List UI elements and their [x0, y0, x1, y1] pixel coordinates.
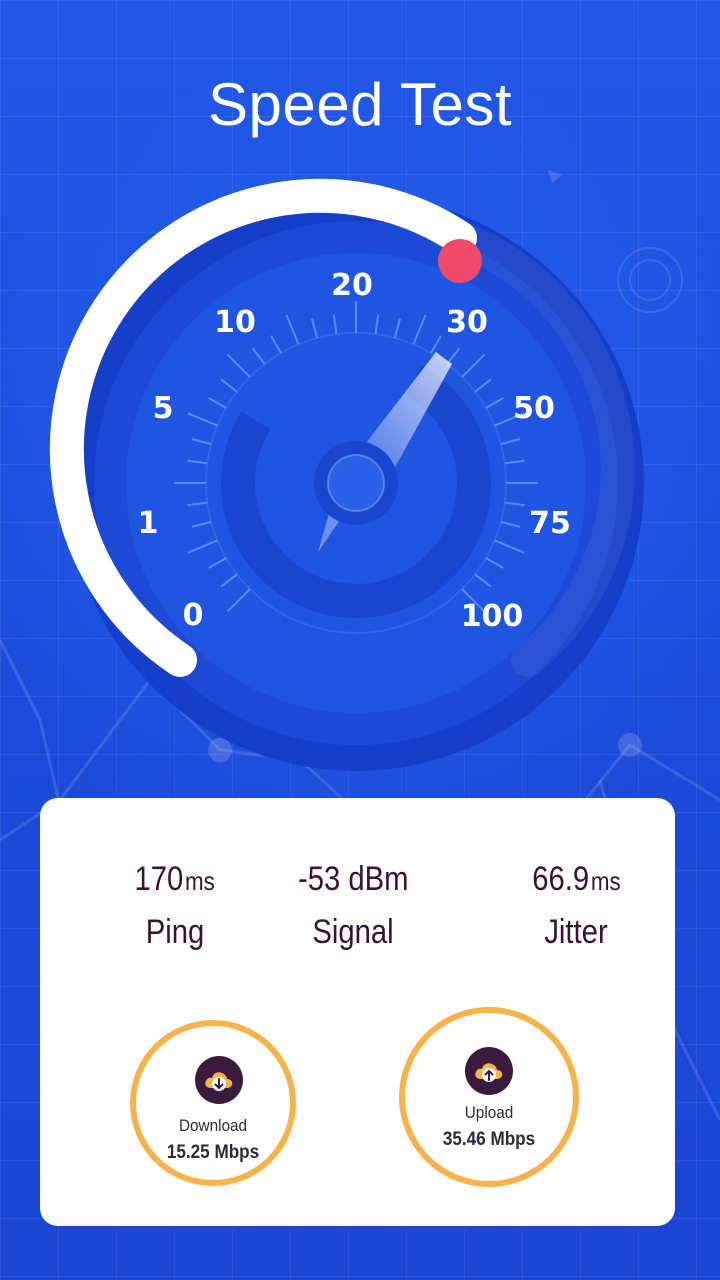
download-result[interactable]: Download 15.25 Mbps	[130, 1020, 296, 1186]
jitter-stat: 66.9ms Jitter	[476, 860, 676, 952]
upload-value: 35.46 Mbps	[442, 1129, 536, 1150]
upload-result[interactable]: Upload 35.46 Mbps	[399, 1007, 579, 1187]
speedometer-gauge: 0 1 5 10 20 30 50 75 100	[49, 178, 644, 771]
upload-label: Upload	[464, 1103, 514, 1122]
ping-stat: 170ms Ping	[75, 860, 275, 952]
cloud-upload-icon	[465, 1047, 513, 1095]
ping-value: 170	[134, 860, 184, 898]
signal-value: -53 dBm	[297, 860, 409, 898]
scale-label-100: 100	[461, 599, 524, 634]
results-card: 170ms Ping -53 dBm Signal 66.9ms Jitter …	[40, 798, 675, 1226]
ping-label: Ping	[145, 913, 205, 951]
scale-label-0: 0	[183, 598, 204, 633]
scale-label-75: 75	[529, 506, 571, 541]
scale-label-30: 30	[446, 305, 488, 340]
scale-label-10: 10	[214, 305, 256, 340]
speed-indicator-dot	[438, 239, 482, 283]
ping-unit: ms	[185, 866, 216, 896]
download-value: 15.25 Mbps	[166, 1142, 260, 1163]
signal-stat: -53 dBm Signal	[253, 860, 453, 952]
scale-label-20: 20	[331, 268, 373, 303]
cloud-download-icon	[195, 1056, 243, 1104]
scale-label-50: 50	[513, 391, 555, 426]
scale-label-5: 5	[153, 391, 174, 426]
jitter-value: 66.9	[531, 860, 589, 898]
jitter-unit: ms	[590, 866, 621, 896]
jitter-label: Jitter	[544, 913, 608, 951]
download-label: Download	[178, 1116, 248, 1135]
signal-label: Signal	[312, 913, 394, 951]
scale-label-1: 1	[138, 506, 159, 541]
